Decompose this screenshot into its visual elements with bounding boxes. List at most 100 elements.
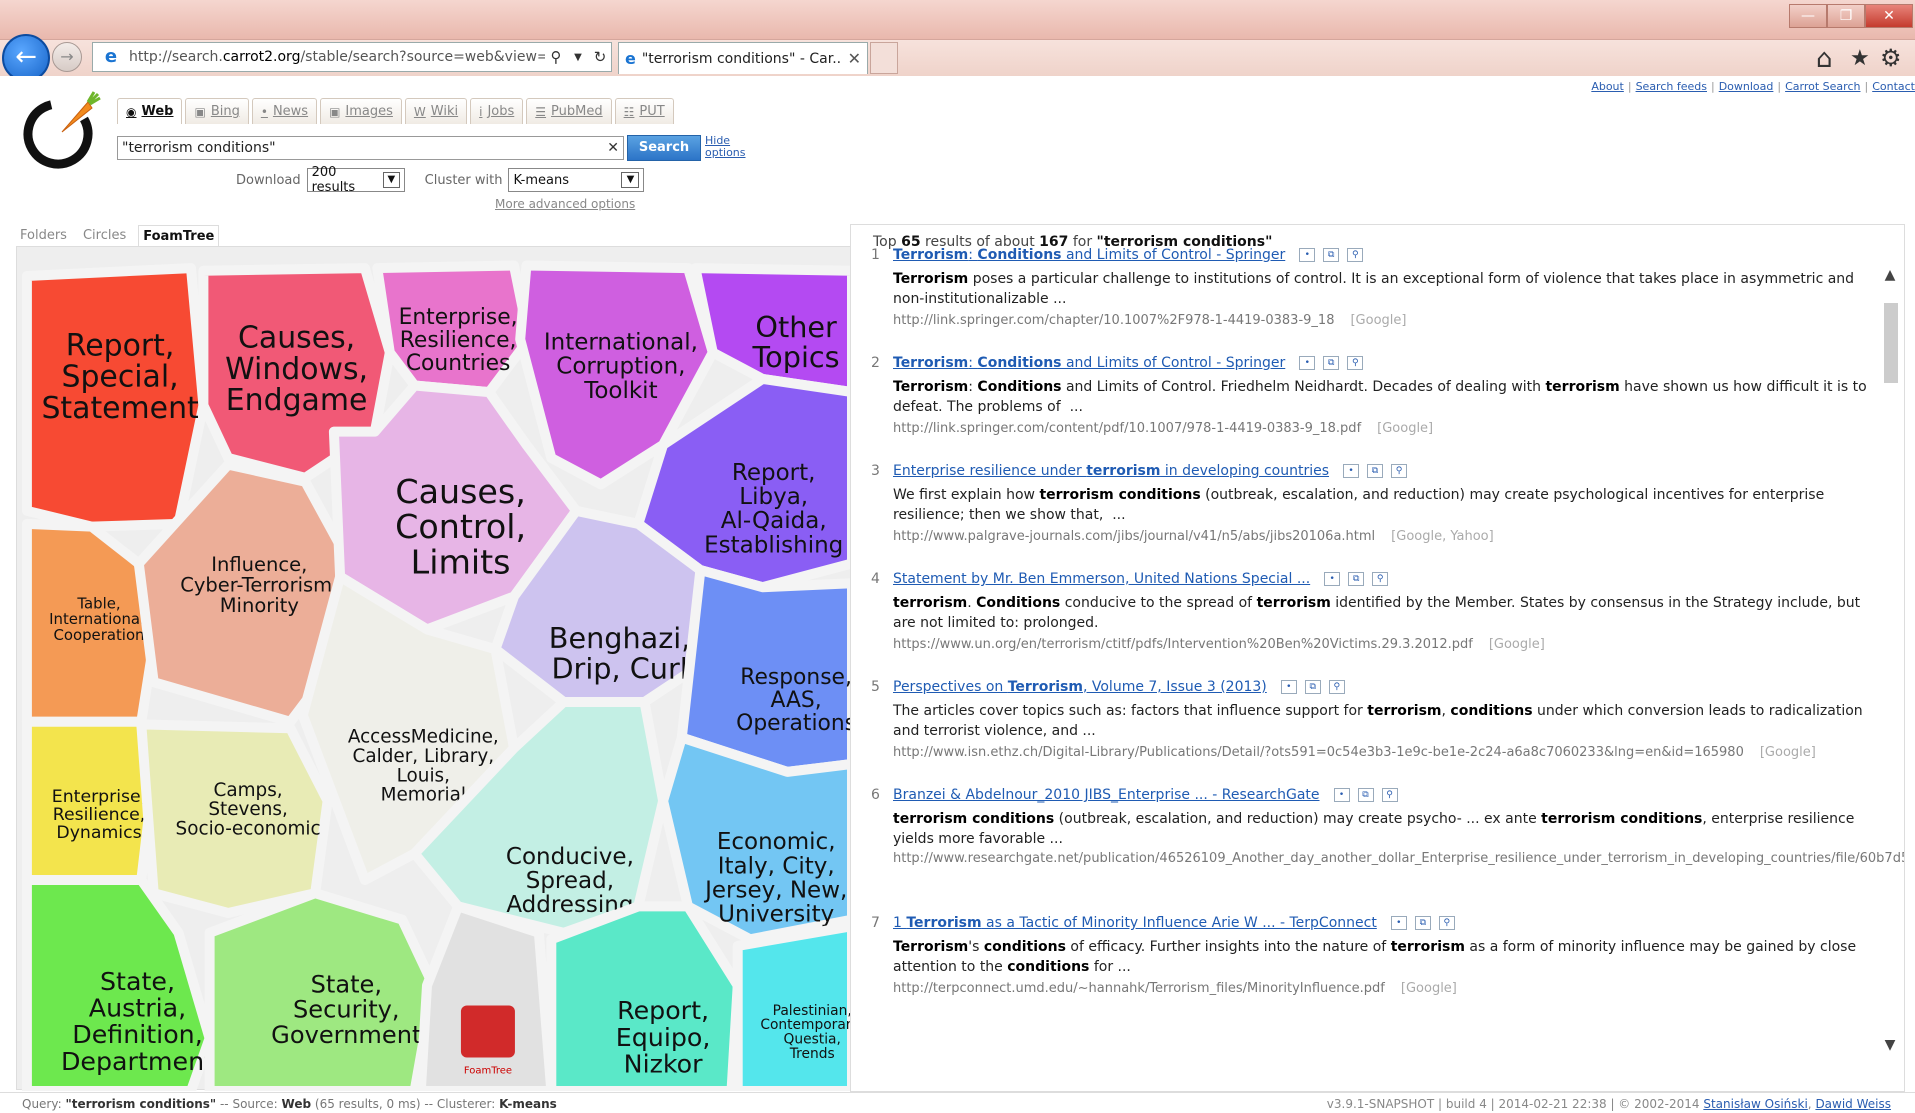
rss-icon[interactable]: • xyxy=(1280,680,1297,694)
address-bar[interactable]: e http://search.carrot2.org/stable/searc… xyxy=(92,42,612,72)
status-query-info: Query: "terrorism conditions" -- Source:… xyxy=(22,1097,557,1111)
search-input-value[interactable]: "terrorism conditions" xyxy=(122,140,607,156)
result-title-link[interactable]: Enterprise resilience under terrorism in… xyxy=(893,463,1408,479)
preview-magnifier-icon[interactable]: ⚲ xyxy=(1328,680,1345,694)
rss-icon[interactable]: • xyxy=(1333,788,1350,802)
carrot2-logo[interactable] xyxy=(22,90,102,170)
result-title-link[interactable]: Terrorism: Conditions and Limits of Cont… xyxy=(893,355,1364,371)
cluster-cell[interactable]: Enterprise, Resilience, Countries xyxy=(372,260,534,398)
rss-icon[interactable]: • xyxy=(1299,248,1316,262)
star-icon[interactable]: ★ xyxy=(1850,46,1870,71)
preview-magnifier-icon[interactable]: ⚲ xyxy=(1381,788,1398,802)
search-icon[interactable]: ⚲ xyxy=(545,48,567,66)
chevron-down-icon: ▼ xyxy=(383,172,400,188)
address-url[interactable]: http://search.carrot2.org/stable/search?… xyxy=(129,49,545,65)
dropdown-arrow-icon[interactable]: ▼ xyxy=(567,52,589,63)
search-feeds-link[interactable]: Search feeds xyxy=(1636,80,1707,93)
preview-magnifier-icon[interactable]: ⚲ xyxy=(1372,572,1389,586)
source-tab-web[interactable]: ◉ Web xyxy=(117,98,183,124)
scroll-thumb[interactable] xyxy=(1884,303,1898,383)
result-title-link[interactable]: Perspectives on Terrorism, Volume 7, Iss… xyxy=(893,679,1345,695)
back-button[interactable]: ← xyxy=(2,34,50,82)
contact-link[interactable]: Contact xyxy=(1872,80,1915,93)
restore-button[interactable]: ❐ xyxy=(1827,4,1865,28)
source-tab-jobs[interactable]: i Jobs xyxy=(470,98,524,124)
cluster-cell[interactable]: Report, Equipo, Nizkor xyxy=(546,901,743,1096)
result-title: Branzei & Abdelnour_2010 JIBS_Enterprise… xyxy=(893,787,1320,803)
source-tab-wiki[interactable]: W Wiki xyxy=(404,98,468,124)
cluster-cell[interactable]: Camps, Stevens, Socio-economic xyxy=(136,719,333,918)
scroll-up-icon[interactable]: ▲ xyxy=(1880,267,1900,287)
cluster-cell[interactable]: State, Austria, Definition, Department xyxy=(21,875,215,1096)
result-number: 6 xyxy=(871,787,880,803)
clear-icon[interactable]: ✕ xyxy=(607,140,619,156)
close-tab-icon[interactable]: ✕ xyxy=(848,49,861,68)
minimize-button[interactable]: — xyxy=(1789,4,1827,28)
cluster-cell[interactable]: Enterprise, Resilience, Dynamics xyxy=(21,716,159,885)
foamtree-visualization[interactable]: Report, Special, Statement Causes, Windows, E… xyxy=(16,246,864,1096)
source-tab-pubmed[interactable]: ☰ PubMed xyxy=(526,98,612,124)
source-tab-put[interactable]: ☷ PUT xyxy=(614,98,674,124)
rss-icon[interactable]: • xyxy=(1299,356,1316,370)
open-new-window-icon[interactable]: ⧉ xyxy=(1367,464,1384,478)
open-new-window-icon[interactable]: ⧉ xyxy=(1414,916,1431,930)
cluster-cell[interactable]: Other Topics xyxy=(690,263,857,398)
hide-options-link[interactable]: Hide options xyxy=(705,135,746,159)
gear-icon[interactable]: ⚙ xyxy=(1880,44,1902,72)
carrot-search-link[interactable]: Carrot Search xyxy=(1785,80,1860,93)
cluster-cell-shape[interactable] xyxy=(415,901,557,1096)
home-icon[interactable]: ⌂ xyxy=(1816,44,1833,74)
more-options-link[interactable]: More advanced options xyxy=(495,197,635,211)
results-count-select[interactable]: 200 results ▼ xyxy=(306,165,405,195)
download-link[interactable]: Download xyxy=(1719,80,1774,93)
source-tab-news[interactable]: • News xyxy=(251,98,318,124)
results-scrollbar[interactable]: ▲ ▼ xyxy=(1880,257,1900,1057)
new-tab-button[interactable] xyxy=(870,42,898,74)
result-title-link[interactable]: Terrorism: Conditions and Limits of Cont… xyxy=(893,247,1364,263)
search-button[interactable]: Search xyxy=(627,135,701,161)
cluster-cell[interactable]: Table, International, Cooperation xyxy=(21,518,159,727)
cluster-algorithm-select[interactable]: K-means ▼ xyxy=(508,168,645,192)
author-link[interactable]: Dawid Weiss xyxy=(1815,1097,1891,1111)
preview-magnifier-icon[interactable]: ⚲ xyxy=(1391,464,1408,478)
foamtree-logo-icon xyxy=(460,1005,515,1058)
result-title-link[interactable]: Statement by Mr. Ben Emmerson, United Na… xyxy=(893,571,1389,587)
open-new-window-icon[interactable]: ⧉ xyxy=(1323,248,1340,262)
result-source: [Google, Yahoo] xyxy=(1391,529,1494,544)
source-tab-bing[interactable]: ▣ Bing xyxy=(185,98,249,124)
source-tab-images[interactable]: ▣ Images xyxy=(320,98,402,124)
cluster-label: Enterprise, Resilience, Dynamics xyxy=(52,787,146,843)
rss-icon[interactable]: • xyxy=(1324,572,1341,586)
open-new-window-icon[interactable]: ⧉ xyxy=(1323,356,1340,370)
cluster-cell[interactable]: Report, Special, Statement xyxy=(21,263,209,532)
open-new-window-icon[interactable]: ⧉ xyxy=(1357,788,1374,802)
tab-foamtree[interactable]: FoamTree xyxy=(138,225,220,248)
refresh-icon[interactable]: ↻ xyxy=(589,48,611,66)
rss-icon[interactable]: • xyxy=(1390,916,1407,930)
open-new-window-icon[interactable]: ⧉ xyxy=(1348,572,1365,586)
foamtree-svg[interactable]: Report, Special, StatementCauses, Windows, E… xyxy=(17,247,864,1096)
close-button[interactable]: ✕ xyxy=(1865,4,1913,28)
preview-magnifier-icon[interactable]: ⚲ xyxy=(1347,248,1364,262)
result-title-link[interactable]: 1 Terrorism as a Tactic of Minority Infl… xyxy=(893,915,1455,931)
forward-button[interactable]: → xyxy=(52,42,82,72)
about-link[interactable]: About xyxy=(1591,80,1624,93)
cluster-cell[interactable]: Palestinian,Contemporary,Questia,Trends xyxy=(732,921,864,1096)
rss-icon[interactable]: • xyxy=(1343,464,1360,478)
preview-magnifier-icon[interactable]: ⚲ xyxy=(1347,356,1364,370)
result-source: [Google] xyxy=(1377,421,1434,436)
scroll-down-icon[interactable]: ▼ xyxy=(1880,1037,1900,1057)
result-title-link[interactable]: Branzei & Abdelnour_2010 JIBS_Enterprise… xyxy=(893,787,1398,803)
author-link[interactable]: Stanisław Osiński xyxy=(1703,1097,1807,1111)
open-new-window-icon[interactable]: ⧉ xyxy=(1304,680,1321,694)
tab-title: "terrorism conditions" - Car... xyxy=(641,50,842,67)
result-number: 3 xyxy=(871,463,880,479)
tab-folders[interactable]: Folders xyxy=(16,225,71,248)
tab-circles[interactable]: Circles xyxy=(79,225,130,248)
search-input[interactable]: "terrorism conditions" ✕ xyxy=(117,136,624,160)
cluster-cell[interactable]: State, Security, Government xyxy=(204,888,439,1096)
page-content: About | Search feeds | Download | Carrot Searc… xyxy=(0,76,1915,1113)
cluster-cell[interactable]: FoamTree xyxy=(415,901,557,1096)
preview-magnifier-icon[interactable]: ⚲ xyxy=(1438,916,1455,930)
browser-tab[interactable]: e "terrorism conditions" - Car... ✕ xyxy=(618,42,868,74)
